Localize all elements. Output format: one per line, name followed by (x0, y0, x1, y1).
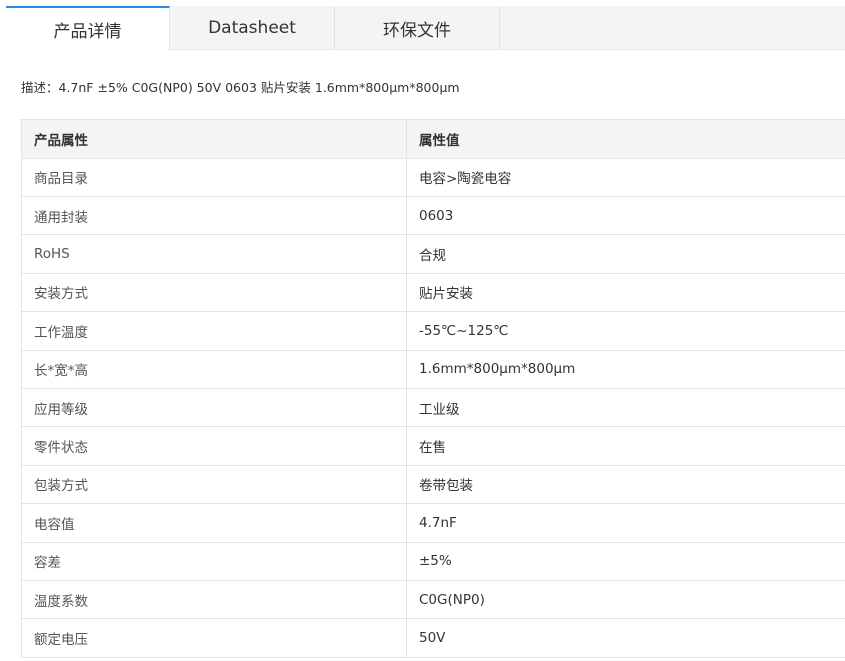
attribute-name: 容差 (21, 541, 407, 581)
attribute-value: 在售 (406, 426, 845, 466)
attribute-name: 包装方式 (21, 464, 407, 505)
table-row: 通用封装 0603 (21, 195, 845, 236)
product-attributes-table: 产品属性 属性值 商品目录 电容>陶瓷电容 通用封装 0603 RoHS 合规 安装方… (21, 119, 845, 658)
attribute-name: 长*宽*高 (21, 349, 407, 389)
header-value: 属性值 (406, 119, 845, 159)
table-row: RoHS 合规 (21, 234, 845, 274)
table-header-row: 产品属性 属性值 (21, 119, 845, 159)
attribute-name: RoHS (21, 234, 407, 274)
attribute-name: 商品目录 (21, 157, 407, 197)
attribute-value: ±5% (406, 541, 845, 581)
attribute-value: 1.6mm*800μm*800μm (406, 349, 845, 389)
attribute-name: 应用等级 (21, 387, 407, 428)
tab-bar: 产品详情 Datasheet 环保文件 (6, 6, 845, 51)
product-description: 描述：4.7nF ±5% C0G(NP0) 50V 0603 贴片安装 1.6m… (21, 80, 460, 95)
attribute-name: 额定电压 (21, 618, 407, 658)
table-row: 温度系数 C0G(NP0) (21, 579, 845, 620)
attribute-name: 零件状态 (21, 426, 407, 466)
attribute-value: 电容>陶瓷电容 (406, 157, 845, 197)
attribute-value: 卷带包装 (406, 464, 845, 505)
attribute-name: 温度系数 (21, 579, 407, 620)
table-row: 容差 ±5% (21, 541, 845, 581)
table-row: 应用等级 工业级 (21, 387, 845, 428)
attribute-name: 安装方式 (21, 272, 407, 313)
table-row: 包装方式 卷带包装 (21, 464, 845, 505)
attribute-value: 合规 (406, 234, 845, 274)
header-attribute: 产品属性 (21, 119, 407, 159)
table-row: 电容值 4.7nF (21, 503, 845, 543)
table-row: 安装方式 贴片安装 (21, 272, 845, 313)
attribute-value: -55℃~125℃ (406, 311, 845, 351)
table-row: 商品目录 电容>陶瓷电容 (21, 157, 845, 197)
attribute-value: 50V (406, 618, 845, 658)
table-row: 长*宽*高 1.6mm*800μm*800μm (21, 349, 845, 389)
attribute-value: 贴片安装 (406, 272, 845, 313)
attribute-value: 0603 (406, 195, 845, 236)
attribute-name: 工作温度 (21, 311, 407, 351)
tab-product-details[interactable]: 产品详情 (6, 6, 170, 51)
tab-environmental-docs[interactable]: 环保文件 (335, 6, 500, 50)
attribute-value: C0G(NP0) (406, 579, 845, 620)
table-row: 额定电压 50V (21, 618, 845, 658)
tab-datasheet[interactable]: Datasheet (170, 6, 335, 50)
table-row: 工作温度 -55℃~125℃ (21, 311, 845, 351)
attribute-name: 电容值 (21, 503, 407, 543)
table-row: 零件状态 在售 (21, 426, 845, 466)
attribute-name: 通用封装 (21, 195, 407, 236)
attribute-value: 4.7nF (406, 503, 845, 543)
attribute-value: 工业级 (406, 387, 845, 428)
